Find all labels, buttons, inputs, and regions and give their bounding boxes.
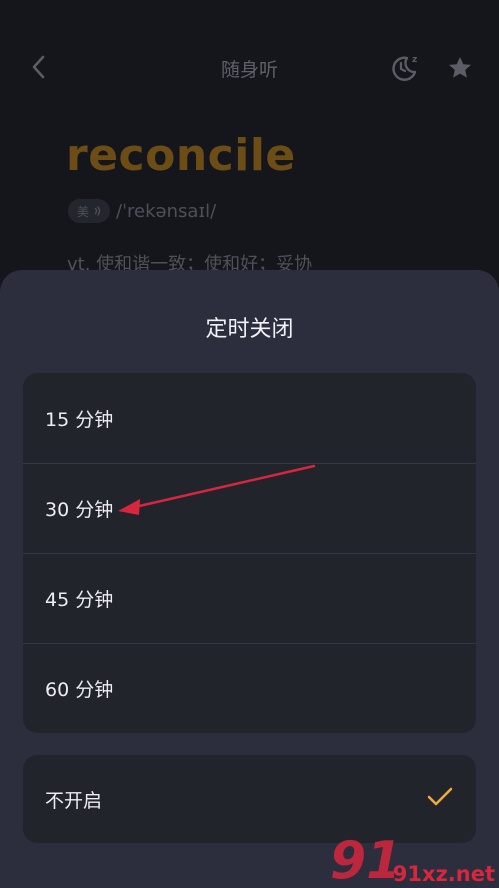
off-label: 不开启	[45, 789, 103, 812]
timer-option-15[interactable]: 15 分钟	[23, 373, 476, 463]
pronounce-button[interactable]: 美	[68, 199, 111, 223]
timer-option-45[interactable]: 45 分钟	[23, 553, 476, 643]
header: 随身听 z	[0, 0, 499, 134]
timer-option-30[interactable]: 30 分钟	[23, 463, 476, 553]
pronunciation-row: 美 /ˈrekənsaɪl/	[68, 199, 216, 223]
watermark-text: 91xz.net	[392, 862, 495, 886]
sheet-title: 定时关闭	[205, 317, 294, 342]
svg-text:z: z	[412, 55, 417, 65]
sleep-timer-icon[interactable]: z	[388, 52, 420, 84]
star-icon[interactable]	[446, 54, 474, 82]
word-headline: reconcile	[66, 130, 296, 181]
watermark: 91 91xz.net	[326, 822, 499, 888]
page-title: 随身听	[220, 59, 278, 81]
phonetic-text: /ˈrekənsaɪl/	[116, 200, 217, 222]
checkmark-icon	[427, 787, 453, 806]
timer-option-60[interactable]: 60 分钟	[23, 643, 476, 733]
svg-text:91: 91	[330, 831, 394, 886]
speaker-icon	[94, 206, 101, 216]
watermark-logo: 91	[330, 831, 394, 886]
accent-label: 美	[77, 204, 90, 219]
timer-options-list: 15 分钟 30 分钟 45 分钟 60 分钟	[23, 373, 476, 733]
